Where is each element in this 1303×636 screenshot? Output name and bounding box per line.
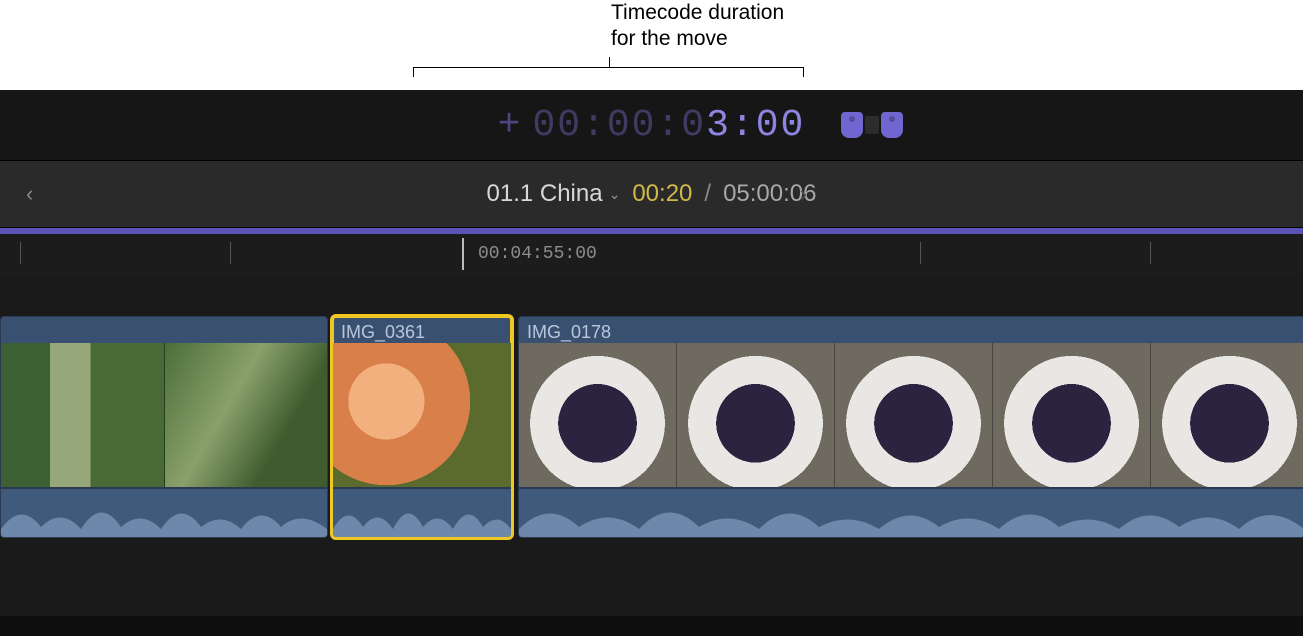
timecode-entry-field[interactable]: + 00:00:03:00 [498,104,806,147]
clip-label: IMG_0178 [527,322,611,343]
timeline-ruler[interactable]: 00:04:55:00 [0,234,1303,274]
clip-filmstrip [519,343,1303,489]
playhead-icon[interactable] [462,238,464,270]
skimming-gap-icon [865,116,879,134]
chevron-down-icon: ⌄ [609,186,621,203]
timecode-active-digits: 3:00 [706,104,805,147]
clip-audio-waveform[interactable] [519,487,1303,537]
clip-audio-waveform[interactable] [1,487,327,537]
project-time-separator: / [704,180,711,208]
timeline-history-back-button[interactable]: ‹ [20,175,39,213]
annotation-line2: for the move [611,27,728,50]
project-title-group[interactable]: 01.1 China ⌄ 00:20 / 05:00:06 [487,180,817,208]
clip-label: IMG_0361 [341,322,425,343]
clip-img-0361[interactable]: IMG_0361 [332,316,512,538]
project-info-bar: ‹ 01.1 China ⌄ 00:20 / 05:00:06 › [0,160,1303,228]
audio-skimming-toggle[interactable] [881,112,903,138]
video-skimming-toggle[interactable] [841,112,863,138]
project-name: 01.1 China ⌄ [487,180,621,208]
clip-filmstrip [1,343,327,489]
callout-annotation: Timecode duration for the move [0,0,1303,90]
ruler-playhead-label: 00:04:55:00 [478,244,597,264]
skimming-controls [841,112,903,138]
timeline-panel: + 00:00:03:00 ‹ 01.1 China ⌄ 00:20 / 05:… [0,90,1303,636]
clip-filmstrip [333,343,511,489]
project-current-time: 00:20 [632,180,692,208]
timeline-bottom-bar [0,616,1303,636]
timeline-history-forward-button[interactable]: › [794,175,813,213]
timecode-dim-prefix: 00:00:0 [532,104,706,147]
annotation-bracket [413,67,804,87]
clip-audio-waveform[interactable] [333,487,511,537]
timecode-sign: + [498,104,523,147]
clip-vegetables-left[interactable] [0,316,328,538]
timeline-track-area[interactable]: IMG_0361 IMG_0178 [0,274,1303,616]
clip-img-0178[interactable]: IMG_0178 [518,316,1303,538]
annotation-line1: Timecode duration [611,1,784,24]
timecode-toolbar: + 00:00:03:00 [0,90,1303,160]
